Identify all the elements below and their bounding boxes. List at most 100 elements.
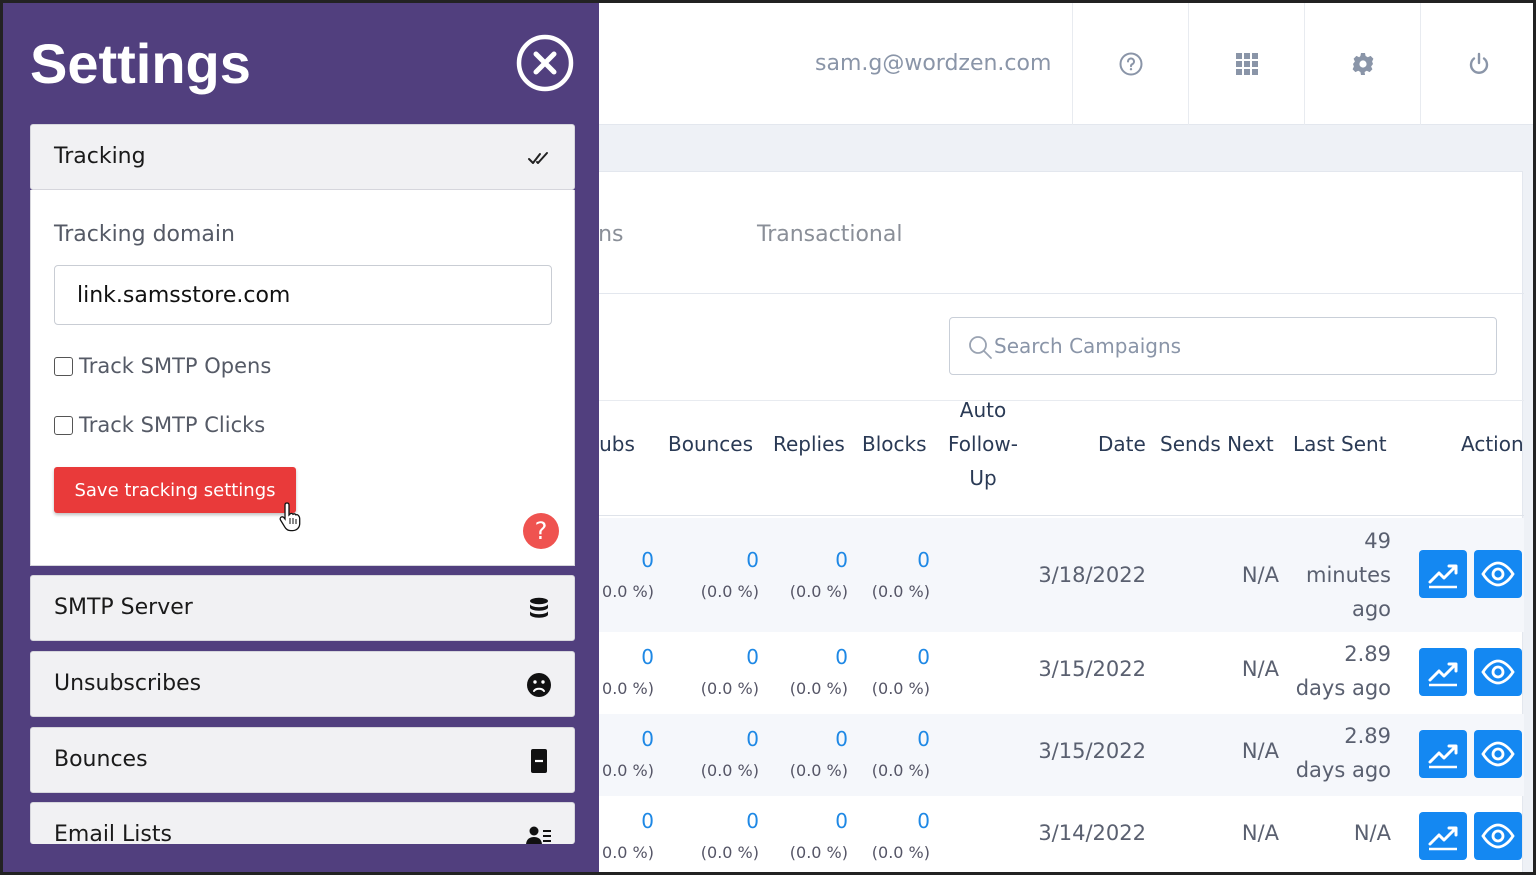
bounces-pct: (0.0 %) [700, 679, 759, 698]
col-blocks[interactable]: Blocks [862, 427, 927, 461]
save-tracking-settings-button[interactable]: Save tracking settings [54, 467, 296, 513]
blocks-count[interactable]: 0 [890, 809, 930, 833]
settings-panel: Settings Tracking Tracking domain Track … [3, 3, 599, 872]
power-icon [1469, 52, 1488, 74]
view-button[interactable] [1474, 550, 1522, 598]
close-icon [516, 34, 574, 92]
col-last-sent[interactable]: Last Sent [1293, 427, 1387, 461]
col-bounces[interactable]: Bounces [668, 427, 753, 461]
col-auto-line1: Auto [959, 398, 1007, 422]
section-unsubscribes[interactable]: Unsubscribes [30, 651, 575, 717]
date-cell: 3/15/2022 [1038, 739, 1146, 763]
bounces-count[interactable]: 0 [719, 548, 759, 572]
section-bounces-label: Bounces [54, 747, 148, 772]
section-email-lists[interactable]: Email Lists [30, 802, 575, 844]
blocks-pct: (0.0 %) [871, 761, 930, 780]
minus-file-icon [531, 749, 547, 773]
replies-pct: (0.0 %) [789, 843, 848, 862]
user-email[interactable]: sam.g@wordzen.com [815, 51, 1051, 76]
tracking-domain-input[interactable] [54, 265, 552, 325]
col-sends-next[interactable]: Sends Next [1160, 427, 1274, 461]
track-opens-checkbox[interactable] [54, 356, 73, 376]
replies-pct: (0.0 %) [789, 761, 848, 780]
track-opens-option[interactable]: Track SMTP Opens [54, 354, 271, 378]
track-clicks-checkbox[interactable] [54, 415, 73, 435]
section-bounces[interactable]: Bounces [30, 727, 575, 793]
replies-pct: (0.0 %) [789, 679, 848, 698]
col-auto-followup[interactable]: Auto Follow- Up [944, 393, 1022, 495]
bounces-pct: (0.0 %) [700, 582, 759, 601]
settings-button[interactable] [1304, 3, 1420, 125]
help-circle-icon [1119, 52, 1142, 76]
last-sent-line2: days ago [1295, 676, 1391, 700]
double-check-icon [528, 152, 548, 164]
bounces-count[interactable]: 0 [719, 727, 759, 751]
col-replies[interactable]: Replies [773, 427, 845, 461]
tabs-row: igns Transactional [564, 172, 1524, 294]
table-row: 0 0.0 %) 0 (0.0 %) 0 (0.0 %) 0 (0.0 %) 3… [564, 714, 1524, 796]
track-opens-label: Track SMTP Opens [79, 354, 272, 378]
search-icon [969, 336, 992, 359]
hand-cursor-icon [279, 502, 301, 532]
replies-count[interactable]: 0 [808, 727, 848, 751]
stats-button[interactable] [1419, 812, 1467, 860]
col-auto-line3: Up [969, 466, 997, 490]
blocks-count[interactable]: 0 [890, 645, 930, 669]
bounces-count[interactable]: 0 [719, 809, 759, 833]
table-row: 0 0.0 %) 0 (0.0 %) 0 (0.0 %) 0 (0.0 %) 3… [564, 796, 1524, 872]
search-box[interactable] [949, 317, 1497, 375]
view-button[interactable] [1474, 812, 1522, 860]
bounces-count[interactable]: 0 [719, 645, 759, 669]
date-cell: 3/18/2022 [1038, 563, 1146, 587]
sad-face-icon [527, 673, 551, 697]
chart-trend-icon [1428, 564, 1458, 589]
last-sent-cell: 2.89 days ago [1264, 719, 1391, 787]
section-tracking[interactable]: Tracking [30, 124, 575, 190]
last-sent-line1: 2.89 [1344, 724, 1391, 748]
section-unsubscribes-label: Unsubscribes [54, 671, 202, 696]
settings-title: Settings [30, 32, 251, 95]
stats-button[interactable] [1419, 730, 1467, 778]
replies-count[interactable]: 0 [808, 809, 848, 833]
search-input[interactable] [994, 318, 1484, 374]
last-sent-line2: minutes [1305, 563, 1391, 587]
view-button[interactable] [1474, 730, 1522, 778]
database-icon [530, 597, 548, 618]
replies-pct: (0.0 %) [789, 582, 848, 601]
track-clicks-option[interactable]: Track SMTP Clicks [54, 413, 265, 437]
view-button[interactable] [1474, 648, 1522, 696]
app-window: sam.g@wordzen.com igns Transactional Sea… [0, 0, 1536, 875]
eye-icon [1481, 561, 1515, 587]
section-tracking-label: Tracking [54, 144, 146, 169]
apps-grid-icon [1235, 53, 1258, 75]
blocks-pct: (0.0 %) [871, 582, 930, 601]
unsubs-count[interactable]: 0 [614, 548, 654, 572]
eye-icon [1481, 659, 1515, 685]
replies-count[interactable]: 0 [808, 548, 848, 572]
unsubs-count[interactable]: 0 [614, 645, 654, 669]
table-row: 0 0.0 %) 0 (0.0 %) 0 (0.0 %) 0 (0.0 %) 3… [564, 632, 1524, 714]
logout-button[interactable] [1420, 3, 1533, 125]
stats-button[interactable] [1419, 648, 1467, 696]
close-settings-button[interactable] [516, 34, 574, 92]
date-cell: 3/15/2022 [1038, 657, 1146, 681]
col-auto-line2: Follow- [948, 432, 1018, 456]
last-sent-cell: 49 minutes ago [1264, 524, 1391, 626]
unsubs-count[interactable]: 0 [614, 809, 654, 833]
col-date[interactable]: Date [1098, 427, 1146, 461]
help-button[interactable]: ? [523, 513, 559, 549]
unsubs-count[interactable]: 0 [614, 727, 654, 751]
chart-trend-icon [1428, 826, 1458, 851]
tab-transactional[interactable]: Transactional [757, 222, 902, 247]
section-smtp-server[interactable]: SMTP Server [30, 575, 575, 641]
last-sent-line1: 49 [1364, 529, 1391, 553]
last-sent-cell: N/A [1353, 821, 1391, 845]
replies-count[interactable]: 0 [808, 645, 848, 669]
section-email-lists-label: Email Lists [54, 822, 172, 844]
help-button[interactable] [1072, 3, 1188, 125]
stats-button[interactable] [1419, 550, 1467, 598]
blocks-count[interactable]: 0 [890, 727, 930, 751]
blocks-pct: (0.0 %) [871, 679, 930, 698]
apps-button[interactable] [1188, 3, 1304, 125]
blocks-count[interactable]: 0 [890, 548, 930, 572]
